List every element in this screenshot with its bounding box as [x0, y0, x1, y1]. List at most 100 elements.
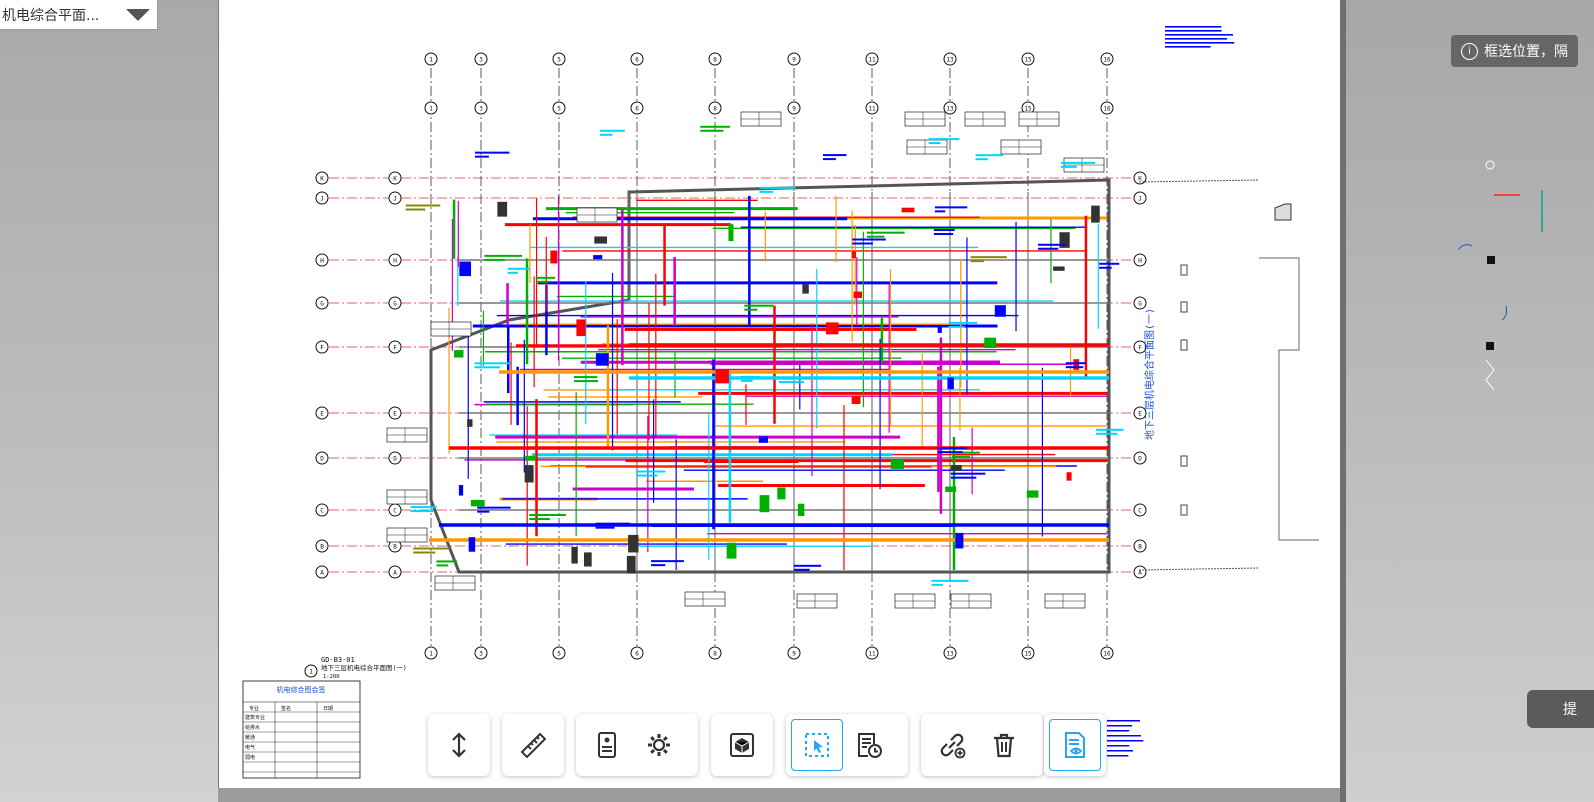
plan-scale: 1:200	[323, 674, 340, 680]
grid-column-label: 11	[868, 651, 876, 658]
properties-button[interactable]	[581, 719, 633, 771]
signoff-table-title: 机电综合图会签	[277, 685, 326, 694]
history-record-icon	[858, 733, 882, 758]
plan-title-block: GD-B3-01 1 地下三层机电综合平面图(一) 1:200	[304, 656, 407, 680]
grid-row-label: F	[1138, 345, 1142, 352]
chevron-down-icon[interactable]	[126, 8, 150, 21]
adjacent-sheet-preview	[1457, 160, 1543, 391]
grid-row-label: D	[1138, 456, 1142, 463]
grid-column-label: 15	[1024, 106, 1032, 113]
grid-column-label: 6	[635, 106, 639, 113]
toolbar-group-props	[576, 714, 698, 776]
view-document-button[interactable]	[1049, 719, 1101, 771]
model-3d-button[interactable]	[716, 719, 768, 771]
signoff-table: 机电综合图会签专业 签名 日期建筑专业给排水暖通电气弱电	[242, 680, 361, 779]
grid-row-label: E	[393, 411, 397, 418]
cad-plan-drawing[interactable]: 1113335556668889991111111313131515151616…	[219, 0, 1341, 788]
side-action-button[interactable]: 提	[1527, 690, 1594, 728]
grid-column-label: 8	[713, 106, 717, 113]
grid-column-label: 6	[635, 651, 639, 658]
side-action-label: 提	[1563, 702, 1577, 718]
signoff-table-row-label: 给排水	[245, 724, 260, 731]
hint-text: 框选位置，隔	[1484, 44, 1568, 60]
grid-row-label: C	[393, 508, 397, 515]
grid-column-label: 13	[946, 106, 954, 113]
grid-row-label: A	[320, 570, 324, 577]
grid-column-label: 16	[1103, 651, 1111, 658]
toolbar-group-model	[711, 714, 773, 776]
grid-column-label: 3	[479, 651, 483, 658]
grid-column-label: 15	[1024, 651, 1032, 658]
grid-column-label: 8	[713, 57, 717, 64]
grid-row-label: A	[393, 570, 397, 577]
grid-row-label: J	[1138, 196, 1142, 203]
drawing-selector-dropdown[interactable]: 机电综合平面...	[0, 0, 158, 30]
elevation-icon	[452, 732, 466, 758]
grid-column-label: 1	[429, 651, 433, 658]
grid-column-label: 13	[946, 57, 954, 64]
left-panel	[0, 0, 218, 802]
grid-column-label: 5	[557, 651, 561, 658]
grid-column-label: 9	[792, 106, 796, 113]
grid-column-label: 5	[557, 57, 561, 64]
grid-row-label: D	[320, 456, 324, 463]
measure-ruler-icon	[520, 732, 547, 759]
plan-code: GD-B3-01	[321, 656, 355, 664]
measure-button[interactable]	[507, 719, 559, 771]
box-select-button[interactable]	[791, 719, 843, 771]
grid-row-label: K	[320, 176, 324, 183]
signoff-table-row-label: 电气	[245, 744, 255, 751]
grid-column-label: 1	[429, 106, 433, 113]
elevation-button[interactable]	[433, 719, 485, 771]
plan-view-number: 1	[309, 669, 313, 676]
grid-row-label: B	[393, 544, 397, 551]
grid-row-label: B	[1138, 544, 1142, 551]
drawing-sheet[interactable]: 1 1 1 3 3 3 5 5 5 6 6 6 8 8 8 9 9 9 11 11 11 13 13 13 15 15 15 16 16…	[218, 0, 1342, 788]
add-link-button[interactable]	[926, 719, 978, 771]
grid-row-label: H	[320, 258, 324, 265]
toolbar-group-view	[1044, 714, 1106, 776]
settings-gear-icon	[648, 734, 670, 756]
grid-row-label: H	[1138, 258, 1142, 265]
plan-title: 地下三层机电综合平面图(一)	[321, 663, 407, 672]
toolbar-group-link	[921, 714, 1043, 776]
add-link-icon	[940, 733, 966, 759]
grid-column-label: 9	[792, 57, 796, 64]
toolbar-group-measure	[502, 714, 564, 776]
signoff-table-row-label: 暖通	[245, 734, 255, 741]
grid-row-label: D	[393, 456, 397, 463]
info-icon: i	[1461, 42, 1478, 60]
grid-column-label: 9	[792, 651, 796, 658]
mep-pipe-network	[429, 195, 1109, 574]
grid-column-label: 11	[868, 106, 876, 113]
history-button[interactable]	[843, 719, 895, 771]
grid-row-label: J	[393, 196, 397, 203]
delete-button[interactable]	[978, 719, 1030, 771]
grid-row-label: K	[393, 176, 397, 183]
grid-column-label: 16	[1103, 57, 1111, 64]
right-panel	[1346, 0, 1594, 802]
grid-row-label: H	[393, 258, 397, 265]
signoff-table-row-label: 建筑专业	[245, 714, 265, 721]
grid-column-label: 13	[946, 651, 954, 658]
grid-column-label: 3	[479, 106, 483, 113]
properties-panel-icon	[598, 732, 616, 758]
drawing-notes	[1107, 26, 1319, 757]
grid-row-label: F	[393, 345, 397, 352]
grid-row-label: J	[320, 196, 324, 203]
grid-column-label: 5	[557, 106, 561, 113]
settings-button[interactable]	[633, 719, 685, 771]
grid-row-label: F	[320, 345, 324, 352]
delete-trash-icon	[994, 733, 1014, 758]
signoff-table-header: 日期	[323, 706, 333, 712]
toolbar-group-elevation	[428, 714, 490, 776]
box-select-hint-tooltip: i 框选位置，隔	[1451, 35, 1578, 67]
grid-row-label: A	[1138, 570, 1142, 577]
view-document-icon	[1065, 732, 1085, 758]
box-select-icon	[805, 733, 829, 757]
grid-column-label: 16	[1103, 106, 1111, 113]
vertical-plan-title: 地下三层机电综合平面图(一)	[1143, 308, 1156, 440]
grid-column-label: 3	[479, 57, 483, 64]
grid-row-label: C	[1138, 508, 1142, 515]
signoff-table-header: 签名	[281, 705, 291, 712]
